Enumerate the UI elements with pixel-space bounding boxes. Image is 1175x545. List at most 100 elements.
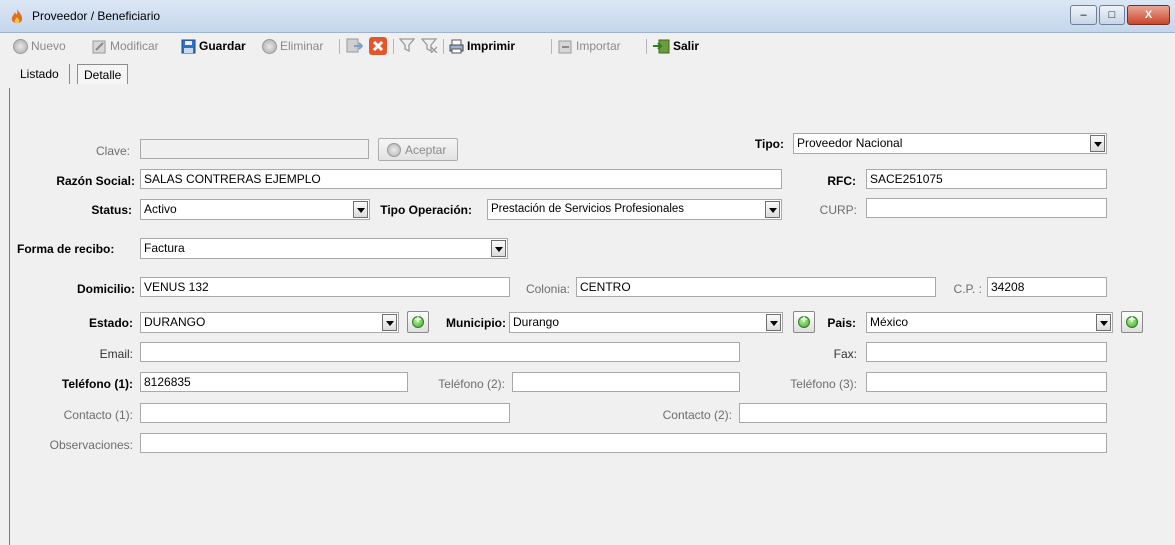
clave-label: Clave: (95, 144, 130, 158)
chevron-down-icon (1090, 135, 1105, 152)
telefono3-label: Teléfono (3): (790, 377, 857, 391)
toolbar-separator (551, 39, 552, 54)
filter-icon[interactable] (399, 37, 415, 53)
add-pais-button[interactable] (1121, 311, 1143, 333)
contacto2-label: Contacto (2): (662, 408, 732, 422)
tab-listado[interactable]: Listado (20, 64, 59, 84)
salir-button[interactable]: Salir (652, 37, 699, 55)
email-label: Email: (99, 347, 133, 361)
tab-detalle[interactable]: Detalle (77, 64, 129, 84)
contacto1-field[interactable] (140, 403, 510, 423)
cp-field[interactable]: 34208 (987, 277, 1107, 297)
status-value: Activo (144, 202, 177, 216)
pais-value: México (870, 315, 909, 329)
chevron-down-icon (382, 314, 397, 331)
pais-select[interactable]: México (866, 312, 1113, 333)
export-icon[interactable] (346, 37, 363, 54)
forma-recibo-label: Forma de recibo: (17, 242, 115, 256)
estado-select[interactable]: DURANGO (140, 312, 399, 333)
telefono2-label: Teléfono (2): (438, 377, 505, 391)
tipo-value: Proveedor Nacional (797, 136, 903, 150)
accept-icon (387, 143, 401, 157)
observaciones-label: Observaciones: (49, 438, 133, 452)
delete-icon (262, 38, 277, 54)
minimize-button[interactable]: – (1070, 5, 1097, 25)
guardar-label: Guardar (199, 39, 246, 53)
fax-field[interactable] (866, 342, 1107, 362)
telefono1-field[interactable]: 8126835 (140, 372, 408, 392)
contacto1-label: Contacto (1): (63, 408, 133, 422)
toolbar: Nuevo Modificar Guardar Eliminar Imprimi… (0, 33, 1175, 60)
forma-recibo-select[interactable]: Factura (140, 238, 508, 259)
municipio-value: Durango (513, 315, 560, 329)
window-title: Proveedor / Beneficiario (32, 9, 161, 23)
chevron-down-icon (353, 201, 368, 218)
close-window-button[interactable]: X (1127, 5, 1170, 25)
estado-value: DURANGO (144, 315, 206, 329)
salir-label: Salir (673, 39, 700, 53)
telefono3-field[interactable] (866, 372, 1107, 392)
cp-label: C.P. : (953, 282, 982, 296)
telefono2-field[interactable] (512, 372, 740, 392)
imprimir-button[interactable]: Imprimir (449, 37, 515, 55)
municipio-select[interactable]: Durango (509, 312, 783, 333)
tipo-label: Tipo: (754, 137, 784, 151)
curp-field[interactable] (866, 198, 1107, 218)
aceptar-button[interactable]: Aceptar (378, 138, 458, 161)
save-icon (181, 39, 196, 53)
nuevo-button[interactable]: Nuevo (13, 37, 66, 55)
add-icon (798, 314, 810, 328)
chevron-down-icon (766, 314, 781, 331)
tipo-operacion-value: Prestación de Servicios Profesionales (491, 203, 685, 215)
guardar-button[interactable]: Guardar (181, 37, 246, 55)
tab-separator (69, 64, 70, 84)
clear-filter-icon[interactable] (421, 37, 438, 53)
toolbar-separator (443, 39, 444, 54)
pais-label: Pais: (827, 316, 856, 330)
colonia-label: Colonia: (525, 282, 570, 296)
forma-recibo-value: Factura (144, 241, 185, 255)
modificar-button[interactable]: Modificar (92, 37, 159, 55)
app-flame-icon (11, 9, 23, 24)
importar-button[interactable]: Importar (558, 37, 621, 55)
maximize-icon: □ (1108, 9, 1116, 21)
contacto2-field[interactable] (739, 403, 1107, 423)
exit-door-icon (653, 39, 670, 53)
add-municipio-button[interactable] (793, 311, 815, 333)
curp-label: CURP: (819, 203, 857, 217)
add-icon (412, 314, 424, 328)
clave-field[interactable] (140, 139, 369, 159)
cancel-x-icon[interactable] (369, 37, 387, 55)
new-icon (13, 38, 28, 54)
add-estado-button[interactable] (407, 311, 429, 333)
rfc-label: RFC: (827, 174, 856, 188)
domicilio-field[interactable]: VENUS 132 (140, 277, 510, 297)
estado-label: Estado: (88, 316, 133, 330)
colonia-field[interactable]: CENTRO (576, 277, 936, 297)
eliminar-label: Eliminar (280, 39, 324, 53)
email-field[interactable] (140, 342, 740, 362)
add-icon (1126, 314, 1138, 328)
toolbar-separator (646, 39, 647, 54)
tipo-select[interactable]: Proveedor Nacional (793, 133, 1107, 154)
domicilio-label: Domicilio: (76, 282, 135, 296)
close-icon: X (1144, 9, 1153, 21)
toolbar-separator (393, 39, 394, 54)
tipo-operacion-select[interactable]: Prestación de Servicios Profesionales (487, 199, 782, 220)
eliminar-button[interactable]: Eliminar (262, 37, 323, 55)
tipo-operacion-label: Tipo Operación: (380, 203, 472, 217)
razon-social-field[interactable]: SALAS CONTRERAS EJEMPLO (140, 169, 782, 189)
status-select[interactable]: Activo (140, 199, 370, 220)
observaciones-field[interactable] (140, 433, 1107, 453)
toolbar-separator (339, 39, 340, 54)
telefono1-label: Teléfono (1): (61, 377, 133, 391)
rfc-field[interactable]: SACE251075 (866, 169, 1107, 189)
aceptar-label: Aceptar (405, 143, 447, 157)
printer-icon (449, 39, 464, 53)
title-bar: Proveedor / Beneficiario – □ X (0, 0, 1175, 33)
maximize-button[interactable]: □ (1099, 5, 1125, 25)
razon-social-label: Razón Social: (56, 174, 135, 188)
status-label: Status: (91, 203, 132, 217)
chevron-down-icon (1096, 314, 1111, 331)
edit-icon (92, 40, 106, 53)
